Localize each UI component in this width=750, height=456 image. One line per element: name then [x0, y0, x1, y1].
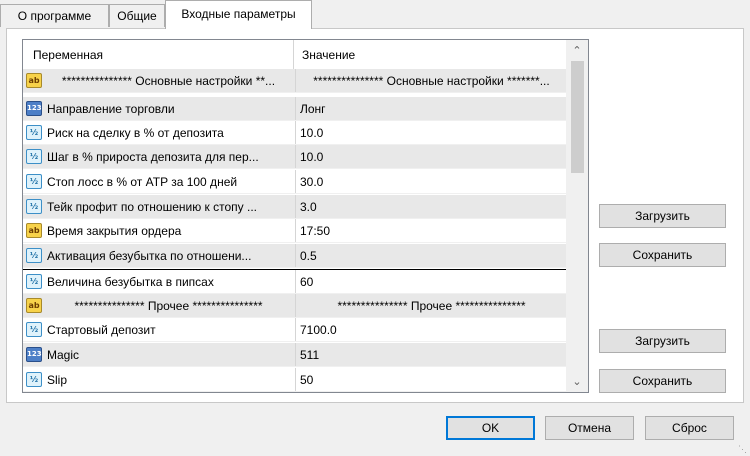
- param-name: Активация безубытка по отношени...: [47, 249, 252, 263]
- table-row[interactable]: 123 Направление торговли Лонг: [23, 97, 566, 121]
- param-value[interactable]: 17:50: [295, 219, 563, 242]
- tab-common[interactable]: Общие: [109, 4, 165, 27]
- double-type-icon: ½: [26, 248, 42, 263]
- param-value[interactable]: 0.5: [295, 244, 563, 267]
- param-name: Тейк профит по отношению к стопу ...: [47, 200, 257, 214]
- integer-type-icon: 123: [26, 347, 42, 362]
- ok-button[interactable]: OK: [446, 416, 535, 440]
- param-name: Величина безубытка в пипсах: [47, 275, 214, 289]
- param-name: Время закрытия ордера: [47, 224, 182, 238]
- table-row[interactable]: ab Время закрытия ордера 17:50: [23, 219, 566, 243]
- save-button[interactable]: Сохранить: [599, 243, 726, 267]
- param-name: Шаг в % прироста депозита для пер...: [47, 150, 259, 164]
- double-type-icon: ½: [26, 274, 42, 289]
- param-name: Направление торговли: [47, 102, 175, 116]
- string-type-icon: ab: [26, 73, 42, 88]
- param-value[interactable]: *************** Прочее ***************: [295, 294, 563, 317]
- scroll-up-icon[interactable]: ⌃: [566, 42, 588, 60]
- table-row[interactable]: ½ Slip 50: [23, 368, 566, 392]
- param-name: Стоп лосс в % от ATP за 100 дней: [47, 175, 238, 189]
- double-type-icon: ½: [26, 322, 42, 337]
- integer-type-icon: 123: [26, 101, 42, 116]
- vertical-scrollbar[interactable]: ⌃ ⌄: [566, 40, 588, 392]
- tab-inputs[interactable]: Входные параметры: [165, 0, 312, 29]
- reset-button[interactable]: Сброс: [645, 416, 734, 440]
- table-row[interactable]: ½ Тейк профит по отношению к стопу ... 3…: [23, 195, 566, 219]
- table-row[interactable]: ½ Стоп лосс в % от ATP за 100 дней 30.0: [23, 170, 566, 194]
- param-value[interactable]: 10.0: [295, 121, 563, 144]
- table-row[interactable]: 123 Magic 511: [23, 343, 566, 367]
- param-name: *************** Основные настройки **...: [61, 74, 276, 88]
- load-button[interactable]: Загрузить: [599, 204, 726, 228]
- save-button[interactable]: Сохранить: [599, 369, 726, 393]
- double-type-icon: ½: [26, 174, 42, 189]
- scrollbar-thumb[interactable]: [571, 61, 584, 173]
- param-value[interactable]: Лонг: [295, 97, 563, 120]
- string-type-icon: ab: [26, 223, 42, 238]
- param-name: *************** Прочее ***************: [74, 299, 263, 313]
- parameters-grid: Переменная Значение ab *************** О…: [22, 39, 589, 393]
- param-value[interactable]: 50: [295, 368, 563, 391]
- table-row[interactable]: ½ Величина безубытка в пипсах 60: [23, 269, 566, 294]
- param-value[interactable]: *************** Основные настройки *****…: [295, 69, 563, 92]
- param-value[interactable]: 30.0: [295, 170, 563, 193]
- string-type-icon: ab: [26, 298, 42, 313]
- double-type-icon: ½: [26, 125, 42, 140]
- resize-grip-icon[interactable]: ⋱: [738, 444, 748, 454]
- double-type-icon: ½: [26, 149, 42, 164]
- param-value[interactable]: 3.0: [295, 195, 563, 218]
- scroll-down-icon[interactable]: ⌄: [566, 373, 588, 391]
- grid-header: Переменная Значение: [23, 40, 566, 69]
- table-row[interactable]: ½ Шаг в % прироста депозита для пер... 1…: [23, 145, 566, 169]
- double-type-icon: ½: [26, 372, 42, 387]
- load-button[interactable]: Загрузить: [599, 329, 726, 353]
- param-name: Slip: [47, 373, 68, 387]
- param-value[interactable]: 10.0: [295, 145, 563, 168]
- column-header-variable[interactable]: Переменная: [23, 40, 294, 69]
- tab-strip: О программе Общие Входные параметры: [0, 0, 750, 29]
- param-name: Стартовый депозит: [47, 323, 156, 337]
- column-header-value[interactable]: Значение: [295, 40, 566, 69]
- table-row[interactable]: ½ Активация безубытка по отношени... 0.5: [23, 244, 566, 268]
- double-type-icon: ½: [26, 199, 42, 214]
- table-row[interactable]: ½ Стартовый депозит 7100.0: [23, 318, 566, 342]
- param-name: Риск на сделку в % от депозита: [47, 126, 224, 140]
- table-row[interactable]: ½ Риск на сделку в % от депозита 10.0: [23, 121, 566, 145]
- cancel-button[interactable]: Отмена: [545, 416, 634, 440]
- param-value[interactable]: 60: [295, 270, 563, 293]
- tab-about[interactable]: О программе: [0, 4, 109, 27]
- param-value[interactable]: 511: [295, 343, 563, 366]
- param-value[interactable]: 7100.0: [295, 318, 563, 341]
- table-row[interactable]: ab *************** Прочее **************…: [23, 294, 566, 318]
- param-name: Magic: [47, 348, 80, 362]
- table-row[interactable]: ab *************** Основные настройки **…: [23, 69, 566, 93]
